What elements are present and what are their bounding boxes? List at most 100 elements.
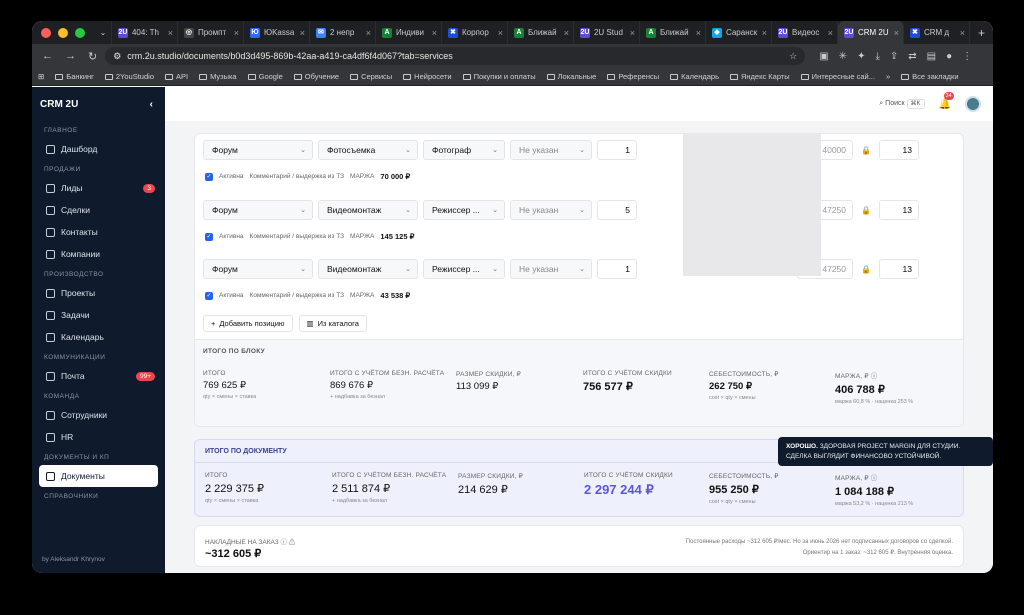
sidebar-item[interactable]: Сделки bbox=[32, 199, 165, 221]
quantity-input[interactable]: 1 bbox=[597, 140, 637, 160]
browser-tab[interactable]: ◆ Саранск × bbox=[706, 21, 772, 44]
sidebar-item[interactable]: Почта 99+ bbox=[32, 365, 165, 387]
role-select[interactable]: Фотограф ⌄ bbox=[423, 140, 505, 160]
sidebar-item[interactable]: Календарь bbox=[32, 326, 165, 348]
sidebar-item[interactable]: Сотрудники bbox=[32, 404, 165, 426]
bookmark-item[interactable]: API bbox=[164, 72, 188, 81]
executor-select[interactable]: Не указан ⌄ bbox=[510, 259, 592, 279]
close-tab-icon[interactable]: × bbox=[828, 28, 833, 38]
browser-tab[interactable]: A Индиви × bbox=[376, 21, 442, 44]
active-checkbox[interactable]: ✓ bbox=[205, 291, 213, 300]
sidebar-item[interactable]: Проекты bbox=[32, 282, 165, 304]
role-select[interactable]: Режиссер ... ⌄ bbox=[423, 200, 505, 220]
bookmark-item[interactable]: Банкинг bbox=[55, 72, 94, 81]
executor-select[interactable]: Не указан ⌄ bbox=[510, 200, 592, 220]
bookmark-item[interactable]: » bbox=[886, 72, 890, 81]
forward-icon[interactable]: → bbox=[65, 50, 76, 63]
browser-tab[interactable]: A Ближай × bbox=[508, 21, 574, 44]
bookmark-item[interactable]: Все закладки bbox=[901, 72, 959, 81]
sidebar-item[interactable]: Дашборд bbox=[32, 138, 165, 160]
close-tab-icon[interactable]: × bbox=[234, 28, 239, 38]
reload-icon[interactable]: ↻ bbox=[88, 50, 97, 63]
sidebar-item[interactable]: Задачи bbox=[32, 304, 165, 326]
bookmark-item[interactable]: Нейросети bbox=[403, 72, 452, 81]
close-tab-icon[interactable]: × bbox=[432, 28, 437, 38]
zoom-window-button[interactable] bbox=[75, 27, 85, 38]
extension-icon[interactable]: ✳ bbox=[839, 51, 847, 62]
tab-search-button[interactable]: ⌄ bbox=[95, 21, 112, 44]
role-select[interactable]: Режиссер ... ⌄ bbox=[423, 259, 505, 279]
profile-icon[interactable]: ● bbox=[946, 51, 952, 62]
close-window-button[interactable] bbox=[41, 27, 51, 38]
close-tab-icon[interactable]: × bbox=[564, 28, 569, 38]
browser-tab[interactable]: A Ближай × bbox=[640, 21, 706, 44]
close-tab-icon[interactable]: × bbox=[498, 28, 503, 38]
bookmark-item[interactable]: Покупки и оплаты bbox=[462, 72, 536, 81]
sidebar-item[interactable]: HR bbox=[32, 426, 165, 448]
sidepanel-icon[interactable]: ▤ bbox=[927, 51, 936, 62]
new-tab-button[interactable]: + bbox=[970, 26, 993, 40]
platform-select[interactable]: Форум ⌄ bbox=[203, 200, 313, 220]
browser-tab[interactable]: ✉ 2 непр × bbox=[310, 21, 376, 44]
bookmark-item[interactable]: 2YouStudio bbox=[104, 72, 154, 81]
download-icon[interactable]: ⤓ bbox=[875, 51, 879, 62]
menu-icon[interactable]: ⋮ bbox=[962, 51, 972, 62]
bookmark-item[interactable]: Референсы bbox=[607, 72, 659, 81]
back-icon[interactable]: ← bbox=[42, 50, 53, 63]
bookmark-item[interactable]: Музыка bbox=[199, 72, 237, 81]
browser-tab[interactable]: 2U 2U Stud × bbox=[574, 21, 640, 44]
browser-tab[interactable]: ✖ Корпор × bbox=[442, 21, 508, 44]
browser-tab[interactable]: ◎ Промпт × bbox=[178, 21, 244, 44]
close-tab-icon[interactable]: × bbox=[300, 28, 305, 38]
close-tab-icon[interactable]: × bbox=[696, 28, 701, 38]
close-tab-icon[interactable]: × bbox=[762, 28, 767, 38]
bookmark-item[interactable]: Обучение bbox=[293, 72, 339, 81]
shifts-input[interactable]: 13 bbox=[879, 200, 919, 220]
comment-link[interactable]: Комментарий / выдержка из ТЗ bbox=[250, 173, 345, 180]
bookmark-item[interactable]: Локальные bbox=[546, 72, 596, 81]
bookmark-item[interactable]: Интересные сай... bbox=[800, 72, 875, 81]
bookmark-item[interactable]: Сервисы bbox=[350, 72, 392, 81]
lock-icon[interactable]: 🔒 bbox=[858, 259, 874, 279]
browser-tab[interactable]: Ю ЮKassa × bbox=[244, 21, 310, 44]
browser-tab[interactable]: 2U Видеос × bbox=[772, 21, 838, 44]
comment-link[interactable]: Комментарий / выдержка из ТЗ bbox=[250, 233, 345, 240]
lock-icon[interactable]: 🔒 bbox=[858, 140, 874, 160]
close-tab-icon[interactable]: × bbox=[894, 28, 899, 38]
quantity-input[interactable]: 1 bbox=[597, 259, 637, 279]
extension-icon[interactable]: ▣ bbox=[819, 51, 828, 62]
sidebar-item[interactable]: Компании bbox=[32, 243, 165, 265]
service-select[interactable]: Видеомонтаж ⌄ bbox=[318, 200, 418, 220]
translate-icon[interactable]: ⇄ bbox=[908, 51, 916, 62]
close-tab-icon[interactable]: × bbox=[630, 28, 635, 38]
minimize-window-button[interactable] bbox=[58, 27, 68, 38]
platform-select[interactable]: Форум ⌄ bbox=[203, 259, 313, 279]
browser-tab[interactable]: 2U 404: Th × bbox=[112, 21, 178, 44]
apps-icon[interactable]: ⊞ bbox=[38, 72, 44, 81]
puzzle-icon[interactable]: ✦ bbox=[857, 51, 865, 62]
close-tab-icon[interactable]: × bbox=[168, 28, 173, 38]
close-tab-icon[interactable]: × bbox=[366, 28, 371, 38]
browser-tab[interactable]: 2U CRM 2U × bbox=[837, 21, 904, 44]
comment-link[interactable]: Комментарий / выдержка из ТЗ bbox=[250, 292, 345, 299]
share-icon[interactable]: ⇪ bbox=[890, 51, 898, 62]
search-button[interactable]: ⌕ Поиск ⌘K bbox=[879, 99, 925, 109]
active-checkbox[interactable]: ✓ bbox=[205, 232, 213, 241]
sidebar-item[interactable]: Лиды 3 bbox=[32, 177, 165, 199]
site-info-icon[interactable]: ⚙ bbox=[113, 51, 121, 62]
sidebar-item[interactable]: Документы bbox=[39, 465, 158, 487]
bell-icon[interactable]: 🔔 34 bbox=[939, 91, 954, 110]
bookmark-item[interactable]: Календарь bbox=[670, 72, 719, 81]
bookmark-item[interactable]: Яндекс Карты bbox=[729, 72, 790, 81]
from-catalog-button[interactable]: ▥ Из каталога bbox=[298, 315, 367, 332]
close-tab-icon[interactable]: × bbox=[960, 28, 965, 38]
active-checkbox[interactable]: ✓ bbox=[205, 172, 213, 181]
quantity-input[interactable]: 5 bbox=[597, 200, 637, 220]
browser-tab[interactable]: ✖ CRM д × bbox=[904, 21, 970, 44]
shifts-input[interactable]: 13 bbox=[879, 140, 919, 160]
lock-icon[interactable]: 🔒 bbox=[858, 200, 874, 220]
collapse-sidebar-button[interactable]: ‹ bbox=[150, 99, 153, 110]
shifts-input[interactable]: 13 bbox=[879, 259, 919, 279]
executor-select[interactable]: Не указан ⌄ bbox=[510, 140, 592, 160]
add-position-button[interactable]: + Добавить позицию bbox=[203, 315, 293, 332]
